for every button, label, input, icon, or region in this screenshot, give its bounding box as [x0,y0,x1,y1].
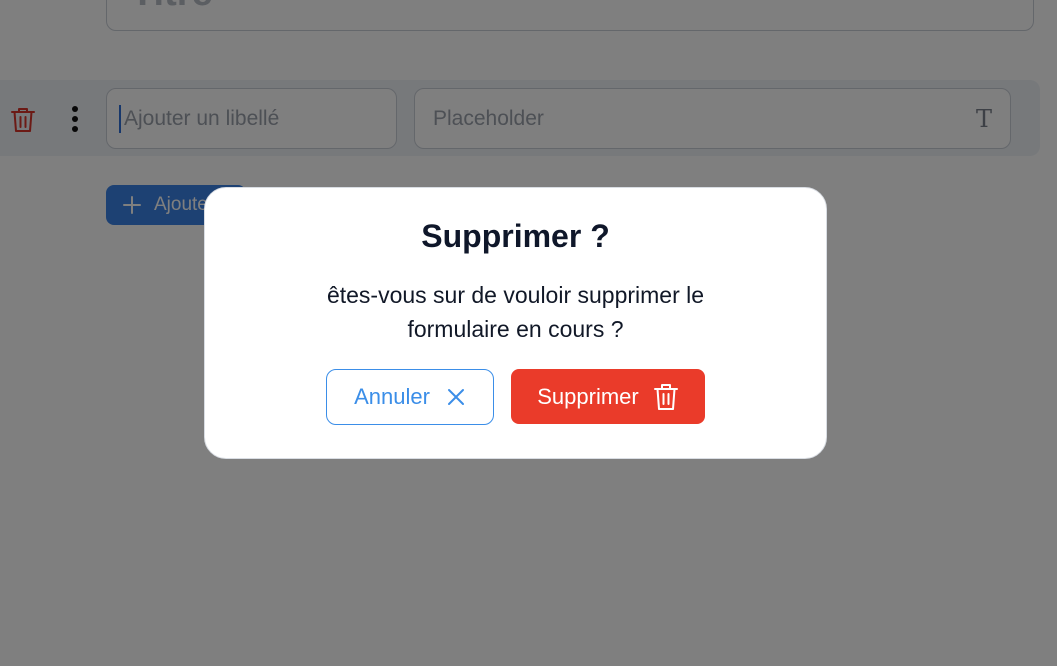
dialog-title: Supprimer ? [421,218,610,254]
cancel-button[interactable]: Annuler [326,369,494,425]
cancel-label: Annuler [354,384,430,409]
confirm-delete-label: Supprimer [537,383,639,409]
close-icon [447,389,464,405]
trash-icon [653,383,678,410]
dialog-message: êtes-vous sur de vouloir supprimer le fo… [326,282,705,342]
delete-confirm-dialog: Supprimer ? êtes-vous sur de vouloir sup… [204,187,827,459]
confirm-delete-button[interactable]: Supprimer [511,369,705,424]
